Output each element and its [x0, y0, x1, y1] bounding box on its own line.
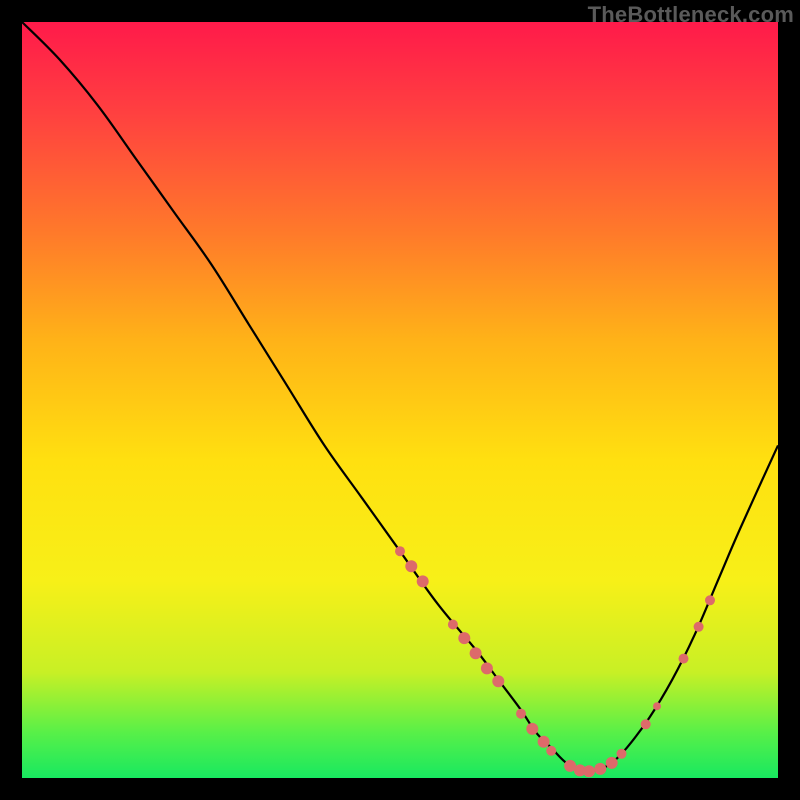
- bottleneck-curve: [22, 22, 778, 771]
- curve-marker: [583, 765, 595, 777]
- curve-marker: [538, 736, 550, 748]
- curve-marker: [606, 757, 618, 769]
- curve-marker: [653, 702, 661, 710]
- curve-marker: [417, 575, 429, 587]
- curve-marker: [458, 632, 470, 644]
- curve-marker: [395, 546, 405, 556]
- curve-marker: [617, 749, 627, 759]
- curve-marker: [405, 560, 417, 572]
- marker-layer: [395, 546, 715, 777]
- curve-marker: [492, 675, 504, 687]
- curve-marker: [641, 719, 651, 729]
- curve-marker: [481, 662, 493, 674]
- curve-marker: [705, 595, 715, 605]
- curve-marker: [526, 723, 538, 735]
- watermark-text: TheBottleneck.com: [588, 2, 794, 28]
- chart-canvas: [22, 22, 778, 778]
- curve-marker: [516, 709, 526, 719]
- curve-marker: [470, 647, 482, 659]
- curve-marker: [679, 654, 689, 664]
- curve-marker: [694, 622, 704, 632]
- curve-marker: [594, 763, 606, 775]
- curve-marker: [448, 620, 458, 630]
- chart-svg: [22, 22, 778, 778]
- curve-marker: [546, 746, 556, 756]
